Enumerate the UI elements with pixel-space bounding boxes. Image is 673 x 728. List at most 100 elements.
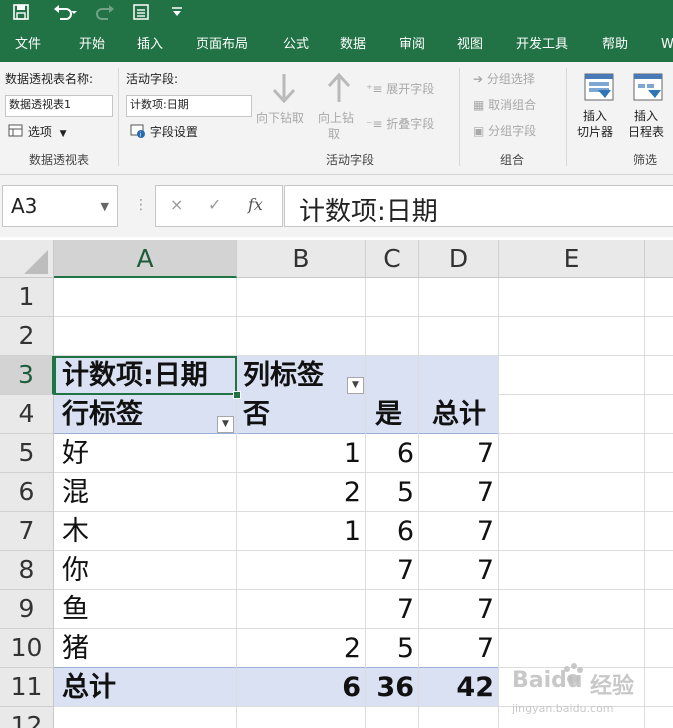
pivot-cell[interactable]: 6 xyxy=(366,435,414,473)
pivot-name-label: 数据透视表名称: xyxy=(5,72,94,86)
pivot-cell[interactable]: 7 xyxy=(419,474,494,512)
group-field-icon: ▣ xyxy=(473,124,485,138)
tab-formulas[interactable]: 公式 xyxy=(283,28,309,62)
tab-insert[interactable]: 插入 xyxy=(137,28,163,62)
pivot-row-labels[interactable]: 行标签 xyxy=(62,396,143,434)
column-header-f[interactable] xyxy=(645,240,673,278)
group-selection-button: ➔ 分组选择 xyxy=(473,71,535,87)
tab-data[interactable]: 数据 xyxy=(340,28,366,62)
row-header-10[interactable]: 10 xyxy=(0,629,54,668)
pivot-cell[interactable]: 6 xyxy=(366,513,414,551)
row-header-1[interactable]: 1 xyxy=(0,278,54,317)
ungroup-label: 取消组合 xyxy=(488,98,537,112)
row-header-6[interactable]: 6 xyxy=(0,473,54,512)
pivot-cell[interactable]: 7 xyxy=(366,591,414,629)
tab-more[interactable]: W xyxy=(661,28,673,62)
pivot-cell[interactable]: 2 xyxy=(237,630,361,668)
pivot-grand-total-cell[interactable]: 42 xyxy=(419,669,494,707)
pivot-row-label[interactable]: 木 xyxy=(62,513,89,551)
tab-help[interactable]: 帮助 xyxy=(602,28,628,62)
row-header-3[interactable]: 3 xyxy=(0,356,54,395)
pivot-cell[interactable]: 7 xyxy=(419,630,494,668)
gridline xyxy=(54,472,673,473)
pivot-grand-total-label[interactable]: 总计 xyxy=(62,669,116,707)
pivot-grand-total-cell[interactable]: 6 xyxy=(237,669,361,707)
group-field-button: ▣ 分组字段 xyxy=(473,123,536,139)
chevron-down-icon[interactable]: ▼ xyxy=(101,200,109,213)
pivot-name-input[interactable]: 数据透视表1 xyxy=(5,95,113,117)
customize-icon[interactable] xyxy=(170,3,184,25)
insert-timeline-button[interactable]: 插入 日程表 xyxy=(626,72,673,150)
row-header-8[interactable]: 8 xyxy=(0,551,54,590)
pivot-cell[interactable] xyxy=(237,552,361,590)
field-settings-button[interactable]: i 字段设置 xyxy=(130,124,198,140)
active-field-input[interactable]: 计数项:日期 xyxy=(126,95,252,117)
insert-slicer-label-1: 插入 xyxy=(583,109,608,123)
tab-review[interactable]: 审阅 xyxy=(399,28,425,62)
save-icon[interactable] xyxy=(12,3,30,25)
pivot-cell[interactable]: 7 xyxy=(419,552,494,590)
insert-slicer-button[interactable]: 插入 切片器 xyxy=(575,72,623,150)
arrow-down-icon xyxy=(272,74,296,104)
group-divider xyxy=(566,68,567,166)
drill-down-button: 向下钻取 xyxy=(256,72,312,132)
row-header-7[interactable]: 7 xyxy=(0,512,54,551)
pivot-cell[interactable]: 7 xyxy=(366,552,414,590)
insert-timeline-label-1: 插入 xyxy=(634,109,659,123)
column-header-a[interactable]: A xyxy=(54,240,237,278)
insert-slicer-label-2: 切片器 xyxy=(577,125,614,139)
pivot-cell[interactable]: 1 xyxy=(237,513,361,551)
form-icon[interactable] xyxy=(132,3,150,25)
row-header-11[interactable]: 11 xyxy=(0,668,54,707)
column-header-e[interactable]: E xyxy=(499,240,645,278)
fill-handle[interactable] xyxy=(233,391,241,399)
pivot-column-labels[interactable]: 列标签 xyxy=(243,357,324,395)
row-header-4[interactable]: 4 xyxy=(0,395,54,434)
pivot-row-label[interactable]: 混 xyxy=(62,474,89,512)
row-header-5[interactable]: 5 xyxy=(0,434,54,473)
enter-icon: ✓ xyxy=(208,195,222,214)
pivot-row-label[interactable]: 鱼 xyxy=(62,591,89,629)
ungroup-icon: ▦ xyxy=(473,98,485,112)
insert-function-icon[interactable]: fx xyxy=(248,195,263,214)
row-header-2[interactable]: 2 xyxy=(0,317,54,356)
tab-view[interactable]: 视图 xyxy=(457,28,483,62)
tab-page-layout[interactable]: 页面布局 xyxy=(196,28,248,62)
row-labels-filter-button[interactable]: ▼ xyxy=(217,416,234,433)
pivot-cell[interactable]: 5 xyxy=(366,630,414,668)
tab-file[interactable]: 文件 xyxy=(15,28,41,62)
select-all-corner[interactable] xyxy=(0,240,54,278)
tab-developer[interactable]: 开发工具 xyxy=(516,28,568,62)
pivot-row-label[interactable]: 你 xyxy=(62,552,89,590)
expand-field-button: ⁺≡ 展开字段 xyxy=(366,81,434,97)
undo-icon[interactable] xyxy=(52,3,78,25)
column-header-c[interactable]: C xyxy=(366,240,419,278)
pivot-cell[interactable]: 1 xyxy=(237,435,361,473)
pivot-cell[interactable]: 7 xyxy=(419,513,494,551)
formula-input[interactable]: 计数项:日期 xyxy=(284,185,673,227)
pivot-col-header-no[interactable]: 否 xyxy=(243,396,270,434)
row-header-12[interactable]: 12 xyxy=(0,707,54,728)
pivot-row-label[interactable]: 猪 xyxy=(62,630,89,668)
pivot-cell[interactable]: 7 xyxy=(419,435,494,473)
options-button[interactable]: 选项 ▼ xyxy=(8,124,67,142)
pivot-cell[interactable]: 2 xyxy=(237,474,361,512)
pivot-grand-total-cell[interactable]: 36 xyxy=(366,669,414,707)
column-header-d[interactable]: D xyxy=(419,240,499,278)
pivot-value-field[interactable]: 计数项:日期 xyxy=(62,357,208,395)
pivot-col-header-total[interactable]: 总计 xyxy=(419,396,486,434)
gridline xyxy=(54,550,673,551)
pivot-col-header-yes[interactable]: 是 xyxy=(366,396,402,434)
watermark-url: jingyan.baidu.com xyxy=(512,702,614,715)
column-header-b[interactable]: B xyxy=(237,240,366,278)
name-box[interactable]: A3 ▼ xyxy=(2,185,118,227)
pivot-cell[interactable]: 7 xyxy=(419,591,494,629)
row-header-9[interactable]: 9 xyxy=(0,590,54,629)
pivot-cell[interactable]: 5 xyxy=(366,474,414,512)
watermark-sub: 经验 xyxy=(590,674,635,699)
tab-home[interactable]: 开始 xyxy=(79,28,105,62)
gridline xyxy=(498,278,499,728)
column-labels-filter-button[interactable]: ▼ xyxy=(347,377,364,394)
pivot-cell[interactable] xyxy=(237,591,361,629)
pivot-row-label[interactable]: 好 xyxy=(62,435,89,473)
